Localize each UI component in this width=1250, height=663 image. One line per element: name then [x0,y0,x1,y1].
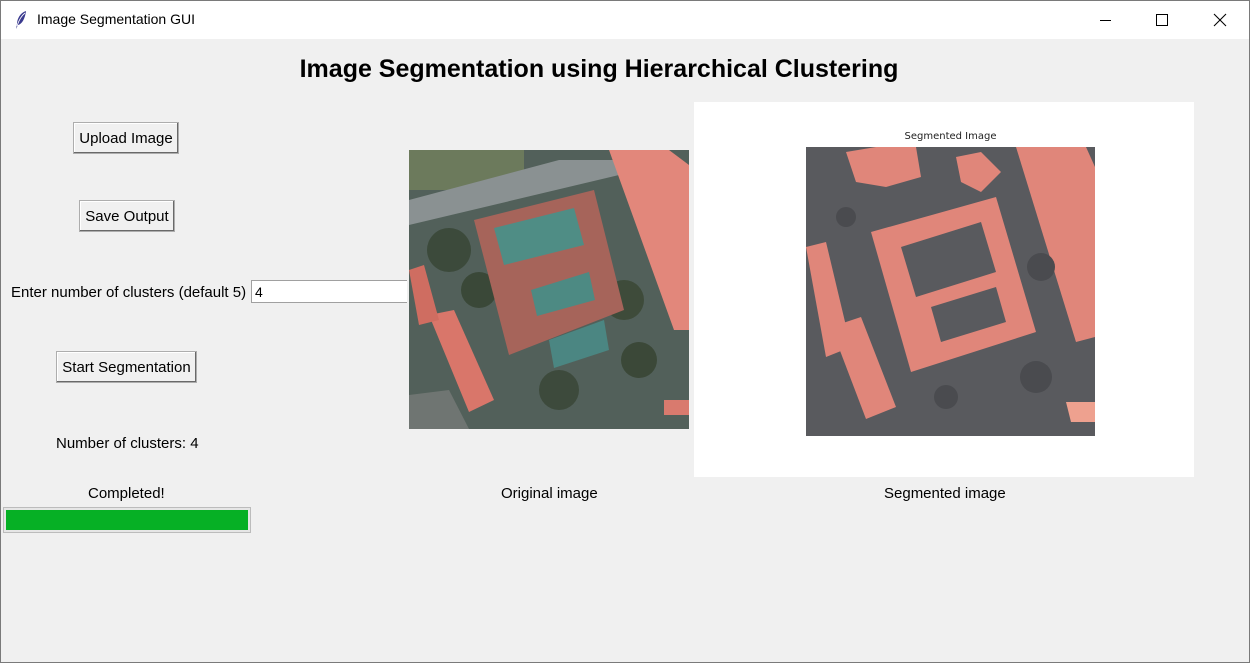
clusters-status: Number of clusters: 4 [56,435,199,452]
title-bar: Image Segmentation GUI [1,1,1249,39]
feather-icon [16,11,26,29]
original-image-caption: Original image [501,485,598,502]
close-icon [1213,13,1227,27]
plot-title: Segmented Image [904,131,997,142]
minimize-icon [1100,20,1111,21]
save-output-button[interactable]: Save Output [79,200,175,232]
maximize-icon [1156,14,1168,26]
clusters-input[interactable] [251,280,407,303]
upload-image-button[interactable]: Upload Image [73,122,179,154]
progress-bar [3,507,251,533]
close-button[interactable] [1197,1,1243,39]
progress-status: Completed! [88,485,165,502]
app-window: Image Segmentation GUI Image Segmentatio… [0,0,1250,663]
minimize-button[interactable] [1083,1,1129,39]
start-segmentation-button[interactable]: Start Segmentation [56,351,197,383]
segmented-image-caption: Segmented image [884,485,1006,502]
segmented-plot: Segmented Image [694,102,1194,477]
page-title: Image Segmentation using Hierarchical Cl… [299,55,899,83]
maximize-button[interactable] [1139,1,1185,39]
window-title: Image Segmentation GUI [37,11,195,27]
segmented-image [806,147,1095,436]
original-image [409,150,689,429]
clusters-label: Enter number of clusters (default 5) [11,284,247,301]
progress-bar-fill [6,510,248,530]
